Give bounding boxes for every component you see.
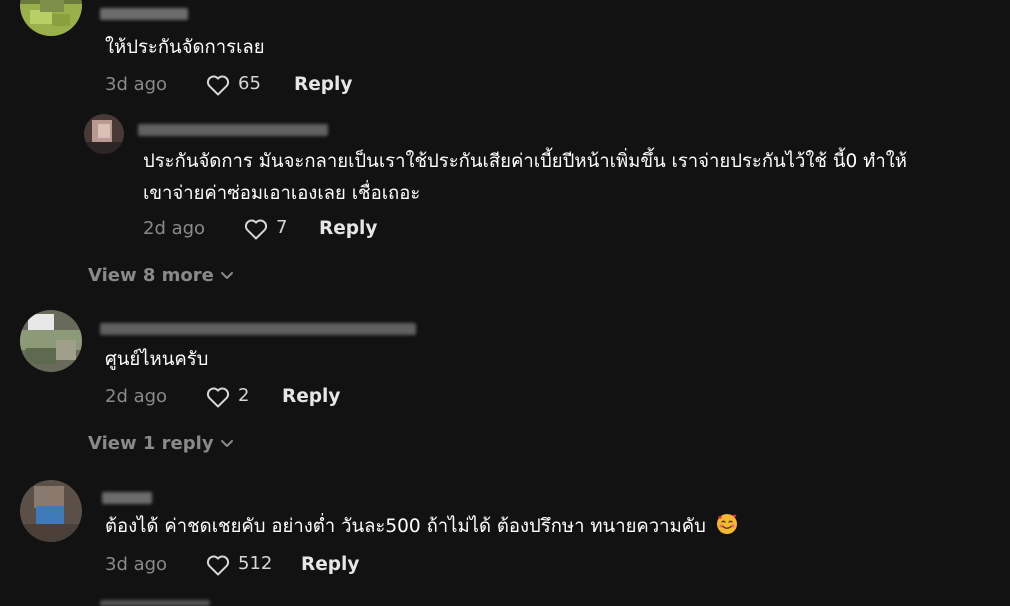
chevron-down-icon [220,272,233,279]
view-replies-button[interactable]: View 1 reply [88,431,234,457]
view-more-label: View 1 reply [88,433,214,454]
chevron-down-icon [220,440,233,447]
heart-outline-icon[interactable] [206,74,230,96]
comment-text-body: ต้องได้ ค่าชดเชยคับ อย่างต่ำ วันละ500 ถ้… [105,516,706,537]
reply-button[interactable]: Reply [282,383,340,411]
comment-text: ต้องได้ ค่าชดเชยคับ อย่างต่ำ วันละ500 ถ้… [105,510,738,543]
like-count: 65 [238,73,261,94]
reply-button[interactable]: Reply [301,551,359,579]
heart-outline-icon[interactable] [206,386,230,408]
username-blurred[interactable] [102,492,152,504]
avatar[interactable] [20,0,82,36]
heart-outline-icon[interactable] [244,218,268,240]
comment-text: ศูนย์ไหนครับ [105,349,209,370]
reply-button[interactable]: Reply [319,215,377,243]
avatar[interactable] [20,310,82,372]
comment-text: ให้ประกันจัดการเลย [105,37,265,58]
heart-outline-icon[interactable] [206,554,230,576]
comment-time: 3d ago [105,74,168,95]
comment-meta: 3d ago 512 Reply [105,551,365,579]
reply-button[interactable]: Reply [294,71,352,99]
reply-text-line-2: เขาจ่ายค่าซ่อมเอาเองเลย เชื่อเถอะ [143,183,421,204]
view-more-replies-button[interactable]: View 8 more [88,263,234,289]
smiling-face-with-hearts-emoji [716,514,737,534]
comment-meta: 2d ago 2 Reply [105,383,355,411]
view-more-label: View 8 more [88,265,214,286]
reply-meta: 2d ago 7 Reply [143,215,383,243]
like-count: 7 [276,217,288,238]
comment-time: 2d ago [105,386,168,407]
reply-time: 2d ago [143,218,206,239]
like-count: 2 [238,385,250,406]
username-blurred[interactable] [100,323,416,335]
next-comment-username-blurred [100,600,210,606]
comment-meta: 3d ago 65 Reply [105,71,365,99]
username-blurred[interactable] [138,124,328,136]
like-count: 512 [238,553,273,574]
avatar[interactable] [20,480,82,542]
comment-time: 3d ago [105,554,168,575]
username-blurred[interactable] [100,8,188,20]
avatar[interactable] [84,114,124,154]
reply-text-line-1: ประกันจัดการ มันจะกลายเป็นเราใช้ประกันเส… [143,151,907,172]
